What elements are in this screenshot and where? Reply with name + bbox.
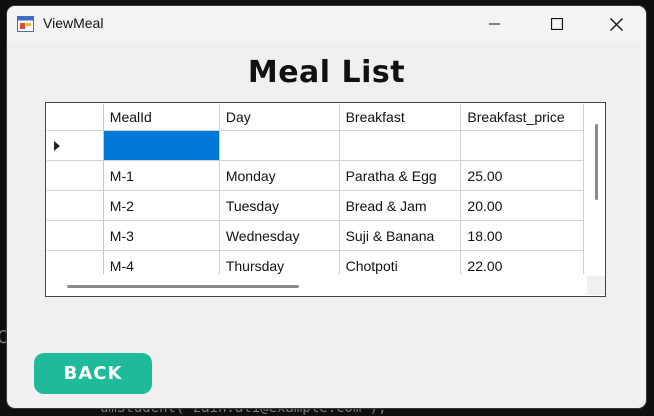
table-cell[interactable]: M-3	[103, 220, 220, 251]
table-cell[interactable]: 20.00	[460, 190, 584, 221]
close-icon	[609, 17, 623, 31]
table-cell[interactable]: 25.00	[460, 160, 584, 191]
table-cell[interactable]: Tuesday	[219, 190, 340, 221]
row-header-corner	[47, 104, 104, 131]
row-header[interactable]	[47, 220, 104, 251]
table-cell[interactable]: Monday	[219, 160, 340, 191]
table-cell[interactable]	[219, 130, 340, 161]
current-row-arrow-icon	[54, 140, 60, 151]
page-title: Meal List	[247, 55, 406, 90]
table-cell[interactable]: Thursday	[219, 250, 340, 274]
scrollbar-corner	[587, 276, 605, 295]
title-bar: ViewMeal	[7, 6, 646, 42]
back-button[interactable]: BACK	[34, 353, 152, 394]
row-header[interactable]	[47, 190, 104, 221]
grid-viewport: MealId Day Breakfast Breakfast_price M-1…	[47, 104, 584, 274]
meal-data-grid[interactable]: MealId Day Breakfast Breakfast_price M-1…	[45, 102, 606, 297]
maximize-icon	[551, 18, 563, 30]
table-cell[interactable]: Bread & Jam	[339, 190, 462, 221]
close-button[interactable]	[587, 6, 645, 42]
column-header-breakfast-price[interactable]: Breakfast_price	[460, 104, 584, 131]
maximize-button[interactable]	[528, 6, 586, 42]
row-header[interactable]	[47, 130, 104, 161]
table-cell[interactable]: Wednesday	[219, 220, 340, 251]
new-row[interactable]	[47, 130, 584, 161]
window-title: ViewMeal	[43, 15, 104, 31]
table-cell[interactable]: M-2	[103, 190, 220, 221]
minimize-icon	[489, 23, 500, 25]
vertical-scrollbar[interactable]	[587, 104, 605, 274]
meal-table: MealId Day Breakfast Breakfast_price M-1…	[47, 104, 584, 274]
vertical-scroll-thumb[interactable]	[595, 124, 598, 200]
table-cell[interactable]: 18.00	[460, 220, 584, 251]
horizontal-scrollbar[interactable]	[47, 276, 584, 295]
table-row[interactable]: M-4 Thursday Chotpoti 22.00	[47, 250, 584, 274]
column-header-mealid[interactable]: MealId	[103, 104, 220, 131]
header-row: MealId Day Breakfast Breakfast_price	[47, 104, 584, 131]
table-cell-selected[interactable]	[103, 130, 220, 161]
table-row[interactable]: M-3 Wednesday Suji & Banana 18.00	[47, 220, 584, 251]
table-cell[interactable]: M-4	[103, 250, 220, 274]
table-cell[interactable]: Chotpoti	[339, 250, 462, 274]
row-header[interactable]	[47, 250, 104, 274]
table-cell[interactable]: 22.00	[460, 250, 584, 274]
table-row[interactable]: M-1 Monday Paratha & Egg 25.00	[47, 160, 584, 191]
column-header-breakfast[interactable]: Breakfast	[339, 104, 462, 131]
table-cell[interactable]: Suji & Banana	[339, 220, 462, 251]
minimize-button[interactable]	[466, 6, 524, 42]
table-cell[interactable]: Paratha & Egg	[339, 160, 462, 191]
row-header[interactable]	[47, 160, 104, 191]
table-cell[interactable]: M-1	[103, 160, 220, 191]
table-row[interactable]: M-2 Tuesday Bread & Jam 20.00	[47, 190, 584, 221]
table-cell[interactable]	[339, 130, 462, 161]
column-header-day[interactable]: Day	[219, 104, 340, 131]
view-meal-window: ViewMeal Meal List MealId Day Breakfast …	[7, 6, 646, 408]
table-cell[interactable]	[460, 130, 584, 161]
horizontal-scroll-thumb[interactable]	[67, 285, 299, 288]
app-form-icon	[17, 16, 34, 32]
